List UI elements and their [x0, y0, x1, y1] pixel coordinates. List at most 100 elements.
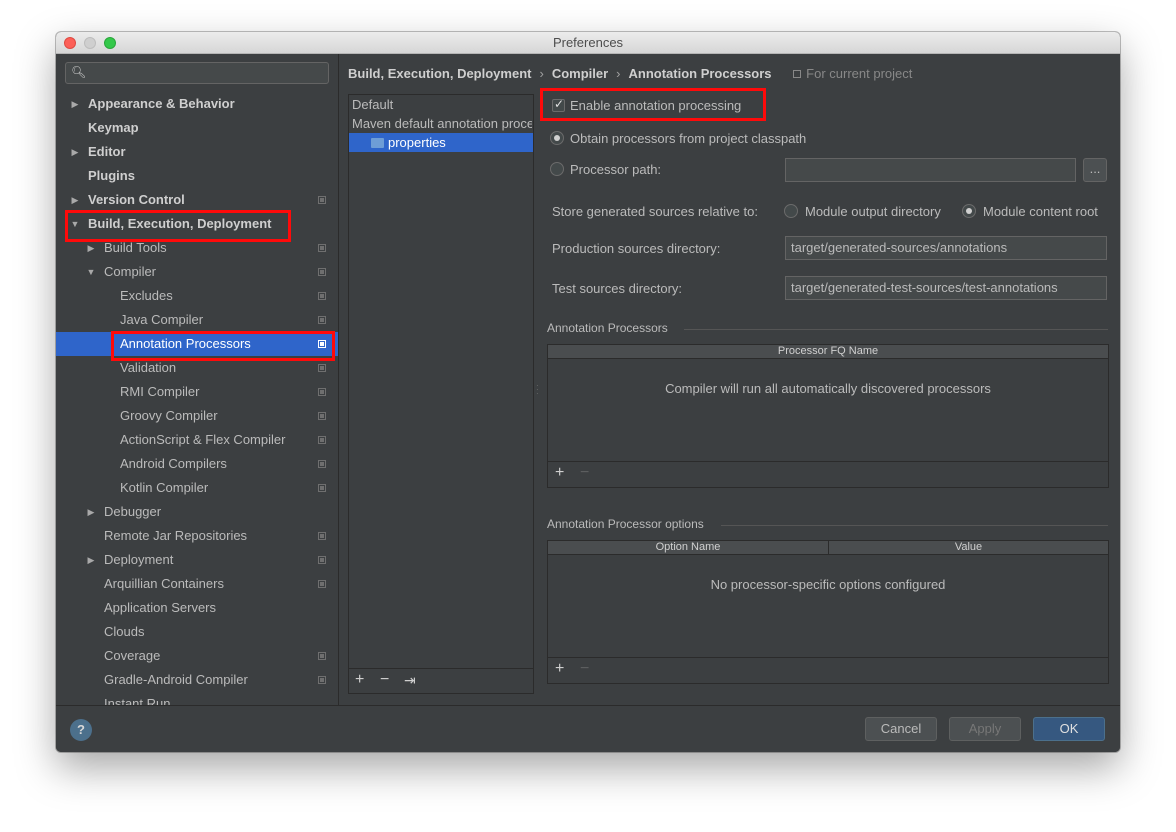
- production-sources-field[interactable]: target/generated-sources/annotations: [785, 236, 1107, 260]
- test-sources-label: Test sources directory:: [552, 281, 683, 296]
- collapsed-arrow-icon[interactable]: ▶: [85, 500, 97, 524]
- processor-path-radio[interactable]: [550, 162, 564, 176]
- sidebar-item-deployment[interactable]: ▶ Deployment: [56, 548, 338, 572]
- sidebar-item-label: Clouds: [104, 624, 145, 639]
- sidebar-item-label: Instant Run: [104, 696, 171, 705]
- sidebar-item-version-control[interactable]: ▶ Version Control: [56, 188, 338, 212]
- profile-maven-default[interactable]: Maven default annotation processors prof…: [352, 114, 532, 133]
- sidebar-item-label: RMI Compiler: [120, 384, 200, 399]
- remove-processor-button[interactable]: −: [580, 464, 589, 482]
- option-name-header[interactable]: Option Name: [548, 541, 828, 555]
- profile-properties[interactable]: properties: [388, 133, 446, 152]
- add-profile-button[interactable]: +: [355, 671, 364, 689]
- sidebar-item-android-compilers[interactable]: Android Compilers: [56, 452, 338, 476]
- section-divider: [721, 525, 1108, 526]
- collapsed-arrow-icon[interactable]: ▶: [69, 92, 81, 116]
- move-to-profile-icon[interactable]: ⇥: [404, 672, 416, 689]
- sidebar-item-label: Annotation Processors: [120, 336, 251, 351]
- sidebar-item-validation[interactable]: Validation: [56, 356, 338, 380]
- profile-default[interactable]: Default: [352, 95, 393, 114]
- sidebar-item-label: Build, Execution, Deployment: [88, 216, 272, 231]
- obtain-from-classpath-label[interactable]: Obtain processors from project classpath: [570, 131, 806, 146]
- search-input[interactable]: 🔍︎: [65, 62, 329, 84]
- remove-option-button[interactable]: −: [580, 660, 589, 678]
- enable-annotation-label[interactable]: Enable annotation processing: [570, 98, 741, 113]
- module-output-radio[interactable]: [784, 204, 798, 218]
- obtain-from-classpath-radio[interactable]: [550, 131, 564, 145]
- value-header[interactable]: Value: [828, 541, 1108, 555]
- expanded-arrow-icon[interactable]: ▼: [69, 212, 81, 236]
- project-scope-icon: [318, 532, 326, 540]
- sidebar-item-groovy-compiler[interactable]: Groovy Compiler: [56, 404, 338, 428]
- splitter-handle[interactable]: · · ·: [536, 382, 539, 398]
- collapsed-arrow-icon[interactable]: ▶: [69, 140, 81, 164]
- browse-button[interactable]: ...: [1083, 158, 1107, 182]
- test-sources-field[interactable]: target/generated-test-sources/test-annot…: [785, 276, 1107, 300]
- module-output-label[interactable]: Module output directory: [805, 204, 941, 219]
- project-scope-icon: [318, 580, 326, 588]
- remove-profile-button[interactable]: −: [380, 671, 389, 689]
- processors-empty-message: Compiler will run all automatically disc…: [665, 381, 991, 396]
- sidebar-item-clouds[interactable]: Clouds: [56, 620, 338, 644]
- breadcrumb: Build, Execution, Deployment › Compiler › An…: [348, 66, 912, 82]
- expanded-arrow-icon[interactable]: ▼: [85, 260, 97, 284]
- sidebar-item-instant-run[interactable]: Instant Run: [56, 692, 338, 705]
- sidebar-item-label: Version Control: [88, 192, 185, 207]
- sidebar-item-build-execution-deployment[interactable]: ▼ Build, Execution, Deployment: [56, 212, 338, 236]
- sidebar-item-label: Arquillian Containers: [104, 576, 224, 591]
- sidebar-item-actionscript-flex-compiler[interactable]: ActionScript & Flex Compiler: [56, 428, 338, 452]
- annotation-processors-section-title: Annotation Processors: [547, 321, 668, 335]
- project-scope-icon: [318, 364, 326, 372]
- collapsed-arrow-icon[interactable]: ▶: [69, 188, 81, 212]
- sidebar-item-annotation-processors[interactable]: Annotation Processors: [56, 332, 338, 356]
- folder-icon: [371, 138, 384, 148]
- breadcrumb-item: Annotation Processors: [628, 66, 772, 81]
- sidebar-item-label: Remote Jar Repositories: [104, 528, 248, 543]
- add-option-button[interactable]: +: [555, 660, 564, 678]
- section-divider: [684, 329, 1108, 330]
- sidebar-item-excludes[interactable]: Excludes: [56, 284, 338, 308]
- sidebar-item-label: Groovy Compiler: [120, 408, 218, 423]
- sidebar-item-keymap[interactable]: Keymap: [56, 116, 338, 140]
- profiles-panel: Default Maven default annotation process…: [348, 94, 534, 694]
- collapsed-arrow-icon[interactable]: ▶: [85, 236, 97, 260]
- dialog-footer: ? Cancel Apply OK: [56, 705, 1120, 752]
- sidebar-item-remote-jar-repositories[interactable]: Remote Jar Repositories: [56, 524, 338, 548]
- collapsed-arrow-icon[interactable]: ▶: [85, 548, 97, 572]
- breadcrumb-item[interactable]: Build, Execution, Deployment: [348, 66, 531, 81]
- sidebar-item-plugins[interactable]: Plugins: [56, 164, 338, 188]
- breadcrumb-item[interactable]: Compiler: [552, 66, 608, 81]
- project-scope-icon: [793, 70, 802, 78]
- options-table: Option Name Value No processor-specific …: [547, 540, 1109, 684]
- enable-annotation-checkbox[interactable]: ✓: [552, 97, 565, 112]
- processor-fq-name-header[interactable]: Processor FQ Name: [548, 345, 1108, 359]
- sidebar-item-label: Coverage: [104, 648, 161, 663]
- settings-sidebar: 🔍︎ ▶ Appearance & Behavior Keymap ▶ Editor Pl…: [56, 54, 339, 705]
- sidebar-item-gradle-android-compiler[interactable]: Gradle-Android Compiler: [56, 668, 338, 692]
- project-scope-icon: [318, 676, 326, 684]
- sidebar-item-coverage[interactable]: Coverage: [56, 644, 338, 668]
- profiles-toolbar: + − ⇥: [349, 668, 533, 693]
- processor-path-field[interactable]: [785, 158, 1076, 182]
- sidebar-item-debugger[interactable]: ▶ Debugger: [56, 500, 338, 524]
- apply-button[interactable]: Apply: [949, 717, 1021, 741]
- cancel-button[interactable]: Cancel: [865, 717, 937, 741]
- module-content-root-label[interactable]: Module content root: [983, 204, 1098, 219]
- sidebar-item-label: Build Tools: [104, 240, 167, 255]
- processor-path-label[interactable]: Processor path:: [570, 162, 661, 177]
- sidebar-item-kotlin-compiler[interactable]: Kotlin Compiler: [56, 476, 338, 500]
- project-scope-icon: [318, 268, 326, 276]
- sidebar-item-java-compiler[interactable]: Java Compiler: [56, 308, 338, 332]
- sidebar-item-arquillian-containers[interactable]: Arquillian Containers: [56, 572, 338, 596]
- sidebar-item-appearance-behavior[interactable]: ▶ Appearance & Behavior: [56, 92, 338, 116]
- ok-button[interactable]: OK: [1033, 717, 1105, 741]
- help-button[interactable]: ?: [70, 719, 92, 741]
- add-processor-button[interactable]: +: [555, 464, 564, 482]
- sidebar-item-rmi-compiler[interactable]: RMI Compiler: [56, 380, 338, 404]
- sidebar-item-build-tools[interactable]: ▶ Build Tools: [56, 236, 338, 260]
- module-content-root-radio[interactable]: [962, 204, 976, 218]
- sidebar-item-label: Keymap: [88, 120, 139, 135]
- sidebar-item-editor[interactable]: ▶ Editor: [56, 140, 338, 164]
- sidebar-item-application-servers[interactable]: Application Servers: [56, 596, 338, 620]
- sidebar-item-compiler[interactable]: ▼ Compiler: [56, 260, 338, 284]
